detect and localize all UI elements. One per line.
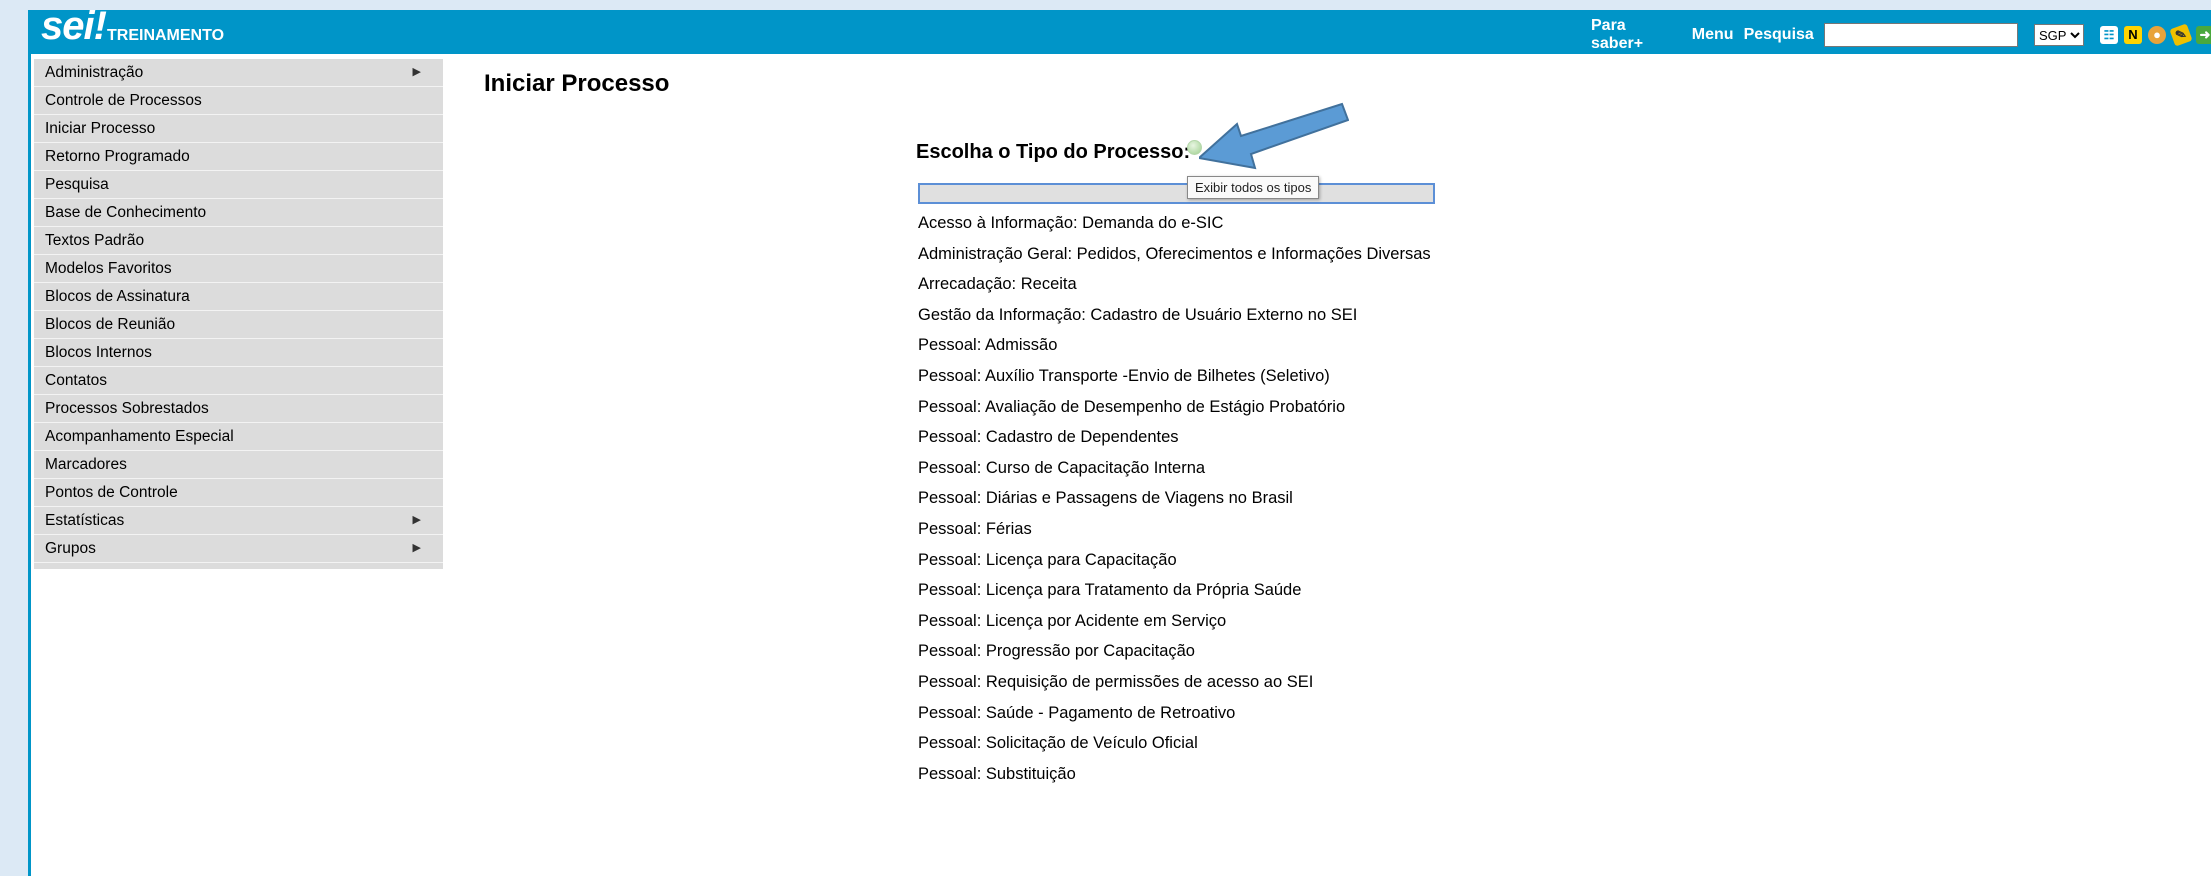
submenu-arrow-icon: ▶ [412, 66, 421, 78]
process-type-item[interactable]: Pessoal: Solicitação de Veículo Oficial [918, 733, 1458, 754]
sidebar-item-label: Pontos de Controle [45, 484, 178, 501]
sidebar-item[interactable]: Blocos de Assinatura [34, 283, 443, 311]
sidebar-item-label: Processos Sobrestados [45, 400, 209, 417]
sidebar-item-label: Administração [45, 64, 144, 81]
submenu-arrow-icon: ▶ [412, 514, 421, 526]
sidebar-item[interactable]: Marcadores [34, 451, 443, 479]
submenu-arrow-icon: ▶ [412, 542, 421, 554]
sidebar-item[interactable]: Modelos Favoritos [34, 255, 443, 283]
sidebar-item-label: Blocos Internos [45, 344, 152, 361]
process-type-item[interactable]: Pessoal: Curso de Capacitação Interna [918, 458, 1458, 479]
sidebar-item-label: Blocos de Reunião [45, 316, 176, 333]
process-type-item[interactable]: Pessoal: Licença para Tratamento da Próp… [918, 580, 1458, 601]
process-type-item[interactable]: Pessoal: Férias [918, 519, 1458, 540]
sidebar-item[interactable]: Blocos de Reunião [34, 311, 443, 339]
process-type-item[interactable]: Pessoal: Auxílio Transporte -Envio de Bi… [918, 366, 1458, 387]
process-type-label: Escolha o Tipo do Processo: [916, 141, 1191, 163]
sidebar-menu: Administração ▶ Controle de Processos Inici… [34, 59, 443, 569]
pesquisa-label: Pesquisa [1743, 26, 1814, 43]
process-type-item[interactable]: Pessoal: Requisição de permissões de ace… [918, 672, 1458, 693]
sidebar-item-label: Grupos [45, 540, 96, 557]
annotation-arrow-icon [1199, 102, 1349, 170]
sidebar-item[interactable]: Contatos [34, 367, 443, 395]
process-type-item[interactable]: Pessoal: Substituição [918, 764, 1458, 785]
sidebar-item-label: Textos Padrão [45, 232, 145, 249]
sidebar-item-label: Modelos Favoritos [45, 260, 172, 277]
process-type-item[interactable]: Administração Geral: Pedidos, Oferecimen… [918, 244, 1458, 265]
unit-select[interactable]: SGP [2034, 24, 2084, 46]
sidebar-item-label: Marcadores [45, 456, 127, 473]
process-type-item[interactable]: Acesso à Informação: Demanda do e-SIC [918, 213, 1458, 234]
sidebar-item-label: Acompanhamento Especial [45, 428, 234, 445]
sidebar-item[interactable]: Pontos de Controle [34, 479, 443, 507]
list-icon[interactable]: ☷ [2100, 26, 2118, 44]
sidebar-item-label: Contatos [45, 372, 108, 389]
process-type-item[interactable]: Pessoal: Saúde - Pagamento de Retroativo [918, 703, 1458, 724]
sidebar-item[interactable]: Administração ▶ [34, 59, 443, 87]
exit-icon[interactable]: ➜ [2196, 26, 2211, 44]
sidebar-item[interactable]: Processos Sobrestados [34, 395, 443, 423]
top-icons: ☷ N ● ✎ ➜ [2100, 23, 2211, 47]
process-type-item[interactable]: Pessoal: Licença por Acidente em Serviço [918, 611, 1458, 632]
user-icon[interactable]: ● [2148, 26, 2166, 44]
process-type-item[interactable]: Arrecadação: Receita [918, 274, 1458, 295]
sidebar-item-label: Pesquisa [45, 176, 109, 193]
menu-link[interactable]: Menu [1692, 26, 1734, 44]
notes-icon[interactable]: N [2124, 26, 2142, 44]
sidebar-item[interactable]: Acompanhamento Especial [34, 423, 443, 451]
process-type-filter-input[interactable] [918, 183, 1435, 204]
process-type-item[interactable]: Pessoal: Licença para Capacitação [918, 550, 1458, 571]
process-type-item[interactable]: Pessoal: Admissão [918, 335, 1458, 356]
sidebar-item[interactable]: Controle de Processos [34, 87, 443, 115]
page-title: Iniciar Processo [484, 70, 670, 97]
tooltip-show-all: Exibir todos os tipos [1187, 176, 1320, 199]
sidebar-item[interactable]: Grupos ▶ [34, 535, 443, 563]
saber-mais-link[interactable]: Para saber+ [1591, 17, 1682, 53]
process-type-item[interactable]: Pessoal: Cadastro de Dependentes [918, 427, 1458, 448]
environment-name: TREINAMENTO [107, 27, 225, 44]
sidebar-item-label: Controle de Processos [45, 92, 202, 109]
sidebar-item-label: Blocos de Assinatura [45, 288, 190, 305]
sidebar-item-label: Iniciar Processo [45, 120, 156, 137]
process-type-item[interactable]: Pessoal: Progressão por Capacitação [918, 641, 1458, 662]
sidebar-item-label: Base de Conhecimento [45, 204, 207, 221]
search-input[interactable] [1823, 23, 2018, 47]
sidebar-item[interactable]: Base de Conhecimento [34, 199, 443, 227]
process-type-item[interactable]: Gestão da Informação: Cadastro de Usuári… [918, 305, 1458, 326]
sidebar-item-label: Retorno Programado [45, 148, 190, 165]
top-links: Para saber+ Menu Pesquisa SGP ☷ N ● ✎ ➜ [1591, 17, 2211, 53]
app-frame: sei! TREINAMENTO Para saber+ Menu Pesqui… [28, 4, 2211, 876]
sidebar-item[interactable]: Textos Padrão [34, 227, 443, 255]
sidebar-item[interactable]: Retorno Programado [34, 143, 443, 171]
sidebar-item[interactable]: Iniciar Processo [34, 115, 443, 143]
process-type-list: Acesso à Informação: Demanda do e-SIC Adm… [918, 213, 1458, 794]
sidebar-item[interactable]: Estatísticas ▶ [34, 507, 443, 535]
tools-icon[interactable]: ✎ [2169, 23, 2193, 47]
top-bar: sei! TREINAMENTO Para saber+ Menu Pesqui… [31, 4, 2211, 54]
sidebar-item[interactable]: Blocos Internos [34, 339, 443, 367]
process-type-item[interactable]: Pessoal: Avaliação de Desempenho de Está… [918, 397, 1458, 418]
sidebar-item-label: Estatísticas [45, 512, 125, 529]
sei-logo[interactable]: sei! [41, 4, 107, 49]
sidebar-item[interactable]: Pesquisa [34, 171, 443, 199]
process-type-item[interactable]: Pessoal: Diárias e Passagens de Viagens … [918, 488, 1458, 509]
